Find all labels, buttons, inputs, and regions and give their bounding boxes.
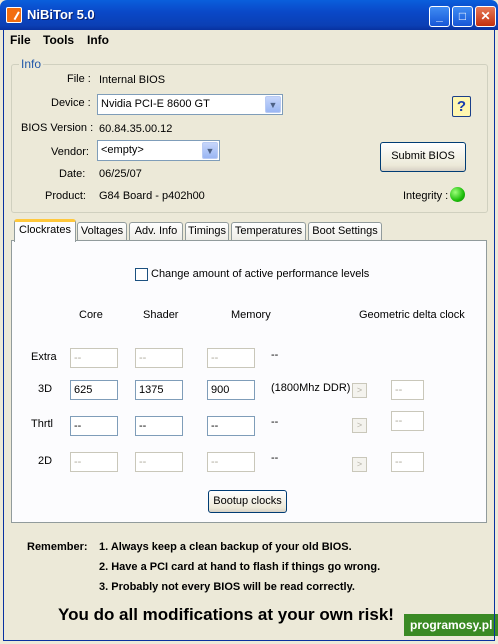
- 2d-geometric-arrow-button[interactable]: >: [352, 457, 367, 472]
- 3d-memory-input[interactable]: 900: [207, 380, 255, 400]
- minimize-button[interactable]: _: [429, 6, 450, 27]
- chevron-down-icon[interactable]: ▼: [265, 96, 281, 113]
- thrtl-geometric-arrow-button[interactable]: >: [352, 418, 367, 433]
- integrity-status-icon: [450, 187, 465, 202]
- tab-timings[interactable]: Timings: [185, 222, 229, 241]
- tab-adv-info[interactable]: Adv. Info: [129, 222, 183, 241]
- change-levels-label: Change amount of active performance leve…: [151, 268, 370, 280]
- 3d-geometric-input[interactable]: --: [391, 380, 424, 400]
- device-select-value: Nvidia PCI-E 8600 GT: [101, 98, 210, 110]
- menu-info[interactable]: Info: [87, 33, 109, 47]
- file-value: Internal BIOS: [99, 74, 166, 86]
- 3d-shader-input[interactable]: 1375: [135, 380, 183, 400]
- 3d-core-input[interactable]: 625: [70, 380, 118, 400]
- row-label-2d: 2D: [38, 455, 53, 467]
- 2d-shader-input[interactable]: --: [135, 452, 183, 472]
- remember-label: Remember:: [27, 541, 88, 553]
- remember-line-2: 2. Have a PCI card at hand to flash if t…: [99, 561, 381, 573]
- integrity-label: Integrity :: [403, 190, 449, 202]
- header-geometric-delta: Geometric delta clock: [359, 309, 465, 321]
- menu-file[interactable]: File: [10, 33, 31, 47]
- window-title: NiBiTor 5.0: [27, 7, 95, 22]
- close-button[interactable]: ✕: [475, 6, 496, 27]
- thrtl-core-input[interactable]: --: [70, 416, 118, 436]
- 2d-memory-note: --: [271, 452, 279, 464]
- 3d-geometric-arrow-button[interactable]: >: [352, 383, 367, 398]
- thrtl-geometric-input[interactable]: --: [391, 411, 424, 431]
- extra-memory-input[interactable]: --: [207, 348, 255, 368]
- product-value: G84 Board - p402h00: [99, 190, 205, 202]
- risk-warning: You do all modifications at your own ris…: [58, 605, 394, 624]
- tab-clockrates[interactable]: Clockrates: [14, 219, 76, 242]
- remember-line-1: 1. Always keep a clean backup of your ol…: [99, 541, 352, 553]
- submit-bios-button[interactable]: Submit BIOS: [380, 142, 466, 172]
- date-value: 06/25/07: [99, 168, 142, 180]
- thrtl-memory-note: --: [271, 416, 279, 428]
- row-label-extra: Extra: [31, 351, 57, 363]
- vendor-label: Vendor:: [51, 146, 89, 158]
- row-label-thrtl: Thrtl: [31, 418, 53, 430]
- header-memory: Memory: [231, 309, 271, 321]
- device-select[interactable]: Nvidia PCI-E 8600 GT ▼: [97, 94, 283, 115]
- help-icon[interactable]: ?: [452, 96, 471, 117]
- date-label: Date:: [59, 168, 86, 180]
- info-group-legend: Info: [19, 57, 44, 71]
- extra-shader-input[interactable]: --: [135, 348, 183, 368]
- extra-core-input[interactable]: --: [70, 348, 118, 368]
- remember-line-3: 3. Probably not every BIOS will be read …: [99, 581, 355, 593]
- device-label: Device :: [51, 97, 91, 109]
- 2d-memory-input[interactable]: --: [207, 452, 255, 472]
- bios-version-value: 60.84.35.00.12: [99, 123, 173, 135]
- menu-tools[interactable]: Tools: [43, 33, 74, 47]
- chevron-down-icon[interactable]: ▼: [202, 142, 218, 159]
- 2d-geometric-input[interactable]: --: [391, 452, 424, 472]
- tab-temperatures[interactable]: Temperatures: [231, 222, 306, 241]
- row-label-3d: 3D: [38, 383, 53, 395]
- bios-version-label: BIOS Version :: [21, 122, 94, 134]
- file-label: File :: [67, 73, 91, 85]
- watermark: programosy.pl: [404, 614, 498, 636]
- bootup-clocks-button[interactable]: Bootup clocks: [208, 490, 287, 513]
- header-core: Core: [79, 309, 103, 321]
- title-bar[interactable]: NiBiTor 5.0 _ □ ✕: [0, 0, 498, 30]
- tab-boot-settings[interactable]: Boot Settings: [308, 222, 382, 241]
- tab-voltages[interactable]: Voltages: [77, 222, 127, 241]
- menu-bar: File Tools Info: [3, 30, 495, 50]
- nibitor-app-icon: [6, 7, 22, 23]
- thrtl-shader-input[interactable]: --: [135, 416, 183, 436]
- product-label: Product:: [45, 190, 86, 202]
- vendor-select-value: <empty>: [101, 144, 144, 156]
- extra-memory-note: --: [271, 349, 279, 361]
- change-levels-checkbox[interactable]: [135, 268, 148, 281]
- maximize-button[interactable]: □: [452, 6, 473, 27]
- 2d-core-input[interactable]: --: [70, 452, 118, 472]
- thrtl-memory-input[interactable]: --: [207, 416, 255, 436]
- header-shader: Shader: [143, 309, 179, 321]
- 3d-memory-note: (1800Mhz DDR): [271, 382, 351, 394]
- vendor-select[interactable]: <empty> ▼: [97, 140, 220, 161]
